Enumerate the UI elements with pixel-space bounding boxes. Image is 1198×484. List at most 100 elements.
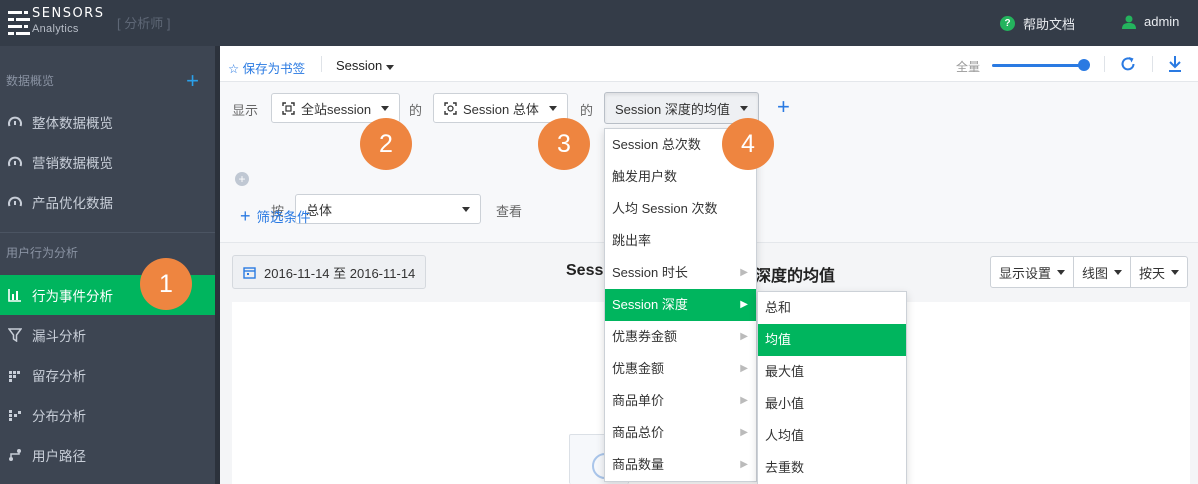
chevron-down-icon [462,206,470,212]
granularity-button[interactable]: 按天 [1130,256,1189,288]
calendar-icon [243,266,256,279]
chart-type-label: 线图 [1082,265,1109,281]
metric-menu-item-label: Session 时长 [612,265,688,280]
sidebar-item-user-path[interactable]: 用户路径 [0,435,215,475]
metric-menu-item[interactable]: 人均 Session 次数 [605,193,756,225]
metric-menu-item[interactable]: 商品总价 ▶ [605,417,756,449]
funnel-icon [8,328,22,342]
metric-menu-item-label: Session 总次数 [612,137,701,152]
aggregation-menu-item[interactable]: 去重数 [758,452,906,484]
step-badge-4: 4 [722,118,774,170]
chevron-right-icon: ▶ [740,331,748,342]
sidebar-item-marketing-overview[interactable]: 营销数据概览 [0,142,215,182]
aggregation-menu-item[interactable]: 均值 [758,324,906,356]
distribution-icon [9,410,21,421]
metric-menu-item[interactable]: Session 时长 ▶ [605,257,756,289]
aggregation-menu-item-label: 最大值 [765,364,805,379]
metric-menu-item[interactable]: Session 深度 ▶ [605,289,756,321]
sidebar-item-label: 用户路径 [32,449,86,464]
metric-menu-item[interactable]: 跳出率 [605,225,756,257]
user-menu[interactable]: admin [1122,14,1179,29]
download-icon[interactable] [1167,55,1183,73]
session-dropdown[interactable]: Session [336,58,395,73]
sampling-slider[interactable] [992,59,1090,71]
aggregation-menu-item[interactable]: 最大值 [758,356,906,388]
refresh-icon[interactable] [1119,55,1137,73]
report-toolbar: ☆ 保存为书签 Session 全量 [220,46,1198,82]
date-range-picker[interactable]: 2016-11-14 至 2016-11-14 [232,255,427,289]
sampling-slider-handle[interactable] [1078,59,1090,71]
chevron-right-icon: ▶ [740,427,748,438]
view-options: 显示设置 线图 按天 [990,256,1189,288]
sidebar-item-label: 漏斗分析 [32,329,86,344]
filter-label: 筛选条件 [256,210,311,225]
help-label: 帮助文档 [1023,17,1076,32]
metric-menu-item-label: 优惠金额 [612,361,665,376]
sidebar-item-product-optimization[interactable]: 产品优化数据 [0,182,215,222]
sidebar-section-label: 数据概览 [6,74,55,88]
metric-menu-item[interactable]: 优惠券金额 ▶ [605,321,756,353]
metric-dropdown-label: Session 深度的均值 [615,101,730,117]
step-badge-2: 2 [360,118,412,170]
add-dashboard-button[interactable]: + [186,66,199,96]
help-docs-link[interactable]: ? 帮助文档 [1000,14,1075,33]
sidebar-item-distribution[interactable]: 分布分析 [0,395,215,435]
chevron-down-icon [739,105,748,111]
sidebar-section-overview: 数据概览 + [0,66,215,96]
role-tag: [ 分析师 ] [117,16,171,31]
metric-menu: Session 总次数 触发用户数人均 Session 次数 跳出率 Session … [604,128,757,482]
scope-dropdown-label: Session 总体 [463,101,539,117]
sidebar-item-funnel[interactable]: 漏斗分析 [0,315,215,355]
chevron-right-icon: ▶ [740,363,748,374]
toolbar-divider [321,56,322,72]
chevron-right-icon: ▶ [740,267,748,278]
add-filter-link[interactable]: + 筛选条件 [240,206,311,226]
display-settings-label: 显示设置 [999,265,1052,281]
chevron-down-icon [1171,269,1180,275]
chart-title-start: Sessi [566,262,608,279]
metric-menu-item-label: Session 深度 [612,297,688,312]
add-metric-button[interactable]: + [777,96,790,118]
sidebar-section-label: 用户行为分析 [6,246,79,260]
metric-dropdown[interactable]: Session 深度的均值 [604,92,759,124]
metric-menu-item-label: 人均 Session 次数 [612,201,718,216]
date-range-label: 2016-11-14 至 2016-11-14 [264,265,416,281]
save-bookmark-button[interactable]: ☆ 保存为书签 [228,58,305,77]
metric-menu-item[interactable]: 商品数量 ▶ [605,449,756,481]
sidebar-item-label: 整体数据概览 [32,116,113,131]
add-condition-button[interactable]: + [235,172,249,186]
step-badge-1: 1 [140,258,192,310]
metric-menu-item[interactable]: 商品单价 ▶ [605,385,756,417]
metric-menu-item-label: 触发用户数 [612,169,678,184]
metric-menu-item-label: 跳出率 [612,233,652,248]
chevron-down-icon [548,105,557,111]
view-label: 查看 [496,204,523,219]
user-name: admin [1144,14,1180,29]
chevron-down-icon [381,105,390,111]
dashboard-icon [8,196,22,207]
show-label: 显示 [232,103,259,118]
scope-dropdown[interactable]: Session 总体 [433,93,568,123]
step-badge-3: 3 [538,118,590,170]
display-settings-button[interactable]: 显示设置 [990,256,1075,288]
chevron-right-icon: ▶ [740,395,748,406]
metric-menu-item[interactable]: 优惠金额 ▶ [605,353,756,385]
sampling-label: 全量 [956,60,981,74]
chart-type-button[interactable]: 线图 [1073,256,1132,288]
chevron-down-icon [1057,269,1066,275]
aggregation-menu-item[interactable]: 最小值 [758,388,906,420]
metric-menu-item-label: 商品总价 [612,425,665,440]
user-icon [1122,15,1136,29]
entity-dropdown-label: 全站session [301,101,372,117]
sidebar-item-label: 分布分析 [32,409,86,424]
aggregation-menu: 总和 均值最大值最小值 人均值 去重数 [757,291,907,484]
chevron-down-icon [1114,269,1123,275]
chevron-right-icon: ▶ [740,299,748,310]
group-by-dropdown[interactable]: 总体 [295,194,481,224]
aggregation-menu-item[interactable]: 总和 [758,292,906,324]
sidebar-item-retention[interactable]: 留存分析 [0,355,215,395]
aggregation-menu-item[interactable]: 人均值 [758,420,906,452]
top-bar: SENSORS Analytics [ 分析师 ] ? 帮助文档 admin [0,0,1198,46]
help-icon: ? [1000,16,1015,31]
sidebar-item-overall-overview[interactable]: 整体数据概览 [0,102,215,142]
